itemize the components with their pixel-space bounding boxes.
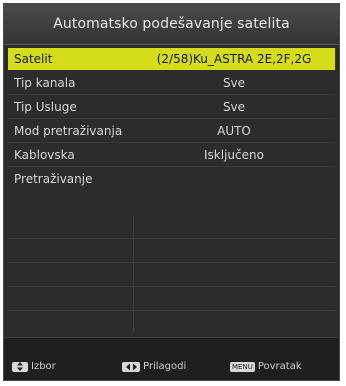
hint-adjust-label: Prilagodi <box>143 361 187 372</box>
row-divider <box>8 262 335 263</box>
page-title: Automatsko podešavanje satelita <box>4 4 339 45</box>
row-search-mode-label: Mod pretraživanja <box>14 124 123 138</box>
menu-key-icon: MENU <box>230 361 255 372</box>
row-channel-type-value[interactable]: Sve <box>133 76 335 90</box>
up-down-arrows-icon <box>12 361 28 372</box>
row-search-mode[interactable]: Mod pretraživanja AUTO <box>8 120 335 143</box>
empty-rows-area <box>8 216 335 332</box>
footer-hints: Izbor Prilagodi MENU Povratak <box>4 337 339 380</box>
row-search[interactable]: Pretraživanje <box>8 168 335 190</box>
row-search-mode-value[interactable]: AUTO <box>133 124 335 138</box>
hint-select: Izbor <box>12 361 56 372</box>
row-cable-label: Kablovska <box>14 148 75 162</box>
row-cable-value[interactable]: Isključeno <box>133 148 335 162</box>
row-cable[interactable]: Kablovska Isključeno <box>8 144 335 167</box>
row-divider <box>8 310 335 311</box>
row-satellite[interactable]: Satelit (2/58)Ku_ASTRA 2E,2F,2G <box>8 48 335 70</box>
hint-adjust: Prilagodi <box>122 361 186 372</box>
row-divider <box>8 238 335 239</box>
column-divider <box>133 216 134 332</box>
page-title-text: Automatsko podešavanje satelita <box>53 16 290 32</box>
satellite-auto-tuning-panel: Automatsko podešavanje satelita Satelit … <box>3 3 340 381</box>
hint-select-label: Izbor <box>31 361 56 372</box>
row-divider <box>8 286 335 287</box>
row-service-type-value[interactable]: Sve <box>133 100 335 114</box>
row-satellite-value[interactable]: (2/58)Ku_ASTRA 2E,2F,2G <box>133 52 335 66</box>
hint-back-label: Povratak <box>257 361 302 372</box>
row-channel-type-label: Tip kanala <box>14 76 76 90</box>
row-satellite-label: Satelit <box>14 52 53 66</box>
row-service-type-label: Tip Usluge <box>14 100 77 114</box>
left-right-arrows-icon <box>122 361 140 372</box>
row-channel-type[interactable]: Tip kanala Sve <box>8 72 335 95</box>
hint-back: MENU Povratak <box>230 361 302 372</box>
row-search-label: Pretraživanje <box>14 172 93 186</box>
row-service-type[interactable]: Tip Usluge Sve <box>8 96 335 119</box>
